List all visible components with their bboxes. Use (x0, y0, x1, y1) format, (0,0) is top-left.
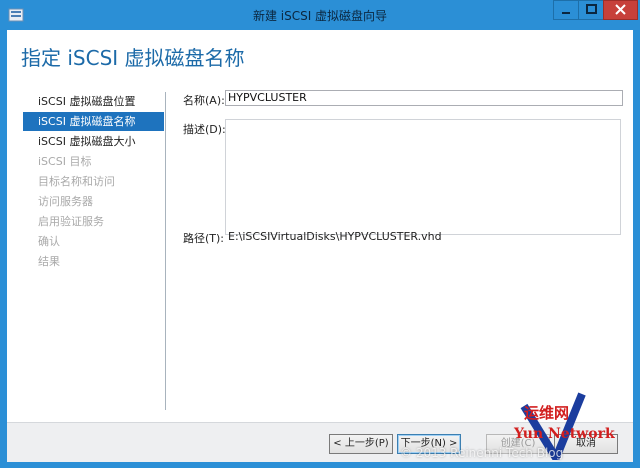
path-value: E:\iSCSIVirtualDisks\HYPVCLUSTER.vhd (228, 230, 442, 243)
maximize-icon (586, 4, 597, 14)
wizard-steps-list: iSCSI 虚拟磁盘位置 iSCSI 虚拟磁盘名称 iSCSI 虚拟磁盘大小 i… (23, 92, 166, 410)
close-button[interactable] (603, 0, 638, 20)
window-title: 新建 iSCSI 虚拟磁盘向导 (252, 9, 388, 23)
previous-button[interactable]: < 上一步(P) (329, 434, 393, 454)
logo-en-text: Yun Network (513, 426, 615, 442)
step-results: 结果 (38, 255, 60, 268)
minimize-button[interactable] (553, 0, 579, 20)
step-target-name-access: 目标名称和访问 (38, 175, 115, 188)
description-label: 描述(D): (183, 123, 226, 136)
page-title: 指定 iSCSI 虚拟磁盘名称 (21, 46, 245, 70)
description-textarea[interactable] (225, 119, 621, 235)
minimize-icon (562, 12, 570, 14)
title-bar[interactable]: 新建 iSCSI 虚拟磁盘向导 (0, 0, 640, 30)
step-iscsi-target: iSCSI 目标 (38, 155, 92, 168)
step-enable-auth: 启用验证服务 (38, 215, 104, 228)
copyright-watermark: © 2013 Reinenni Tech Blog (400, 446, 564, 460)
name-input[interactable] (225, 90, 623, 106)
maximize-button[interactable] (578, 0, 604, 20)
step-disk-name[interactable]: iSCSI 虚拟磁盘名称 (23, 112, 164, 131)
path-label: 路径(T): (183, 232, 225, 245)
step-confirmation: 确认 (38, 235, 60, 248)
step-disk-size[interactable]: iSCSI 虚拟磁盘大小 (23, 132, 164, 151)
step-disk-location[interactable]: iSCSI 虚拟磁盘位置 (23, 92, 164, 111)
logo-cn-text: 运维网 (524, 404, 569, 422)
name-label: 名称(A): (183, 94, 225, 107)
wizard-window: 新建 iSCSI 虚拟磁盘向导 指定 iSCSI 虚拟磁盘名称 iSCSI 虚拟… (0, 0, 640, 468)
close-icon (615, 4, 626, 15)
step-access-servers: 访问服务器 (38, 195, 93, 208)
